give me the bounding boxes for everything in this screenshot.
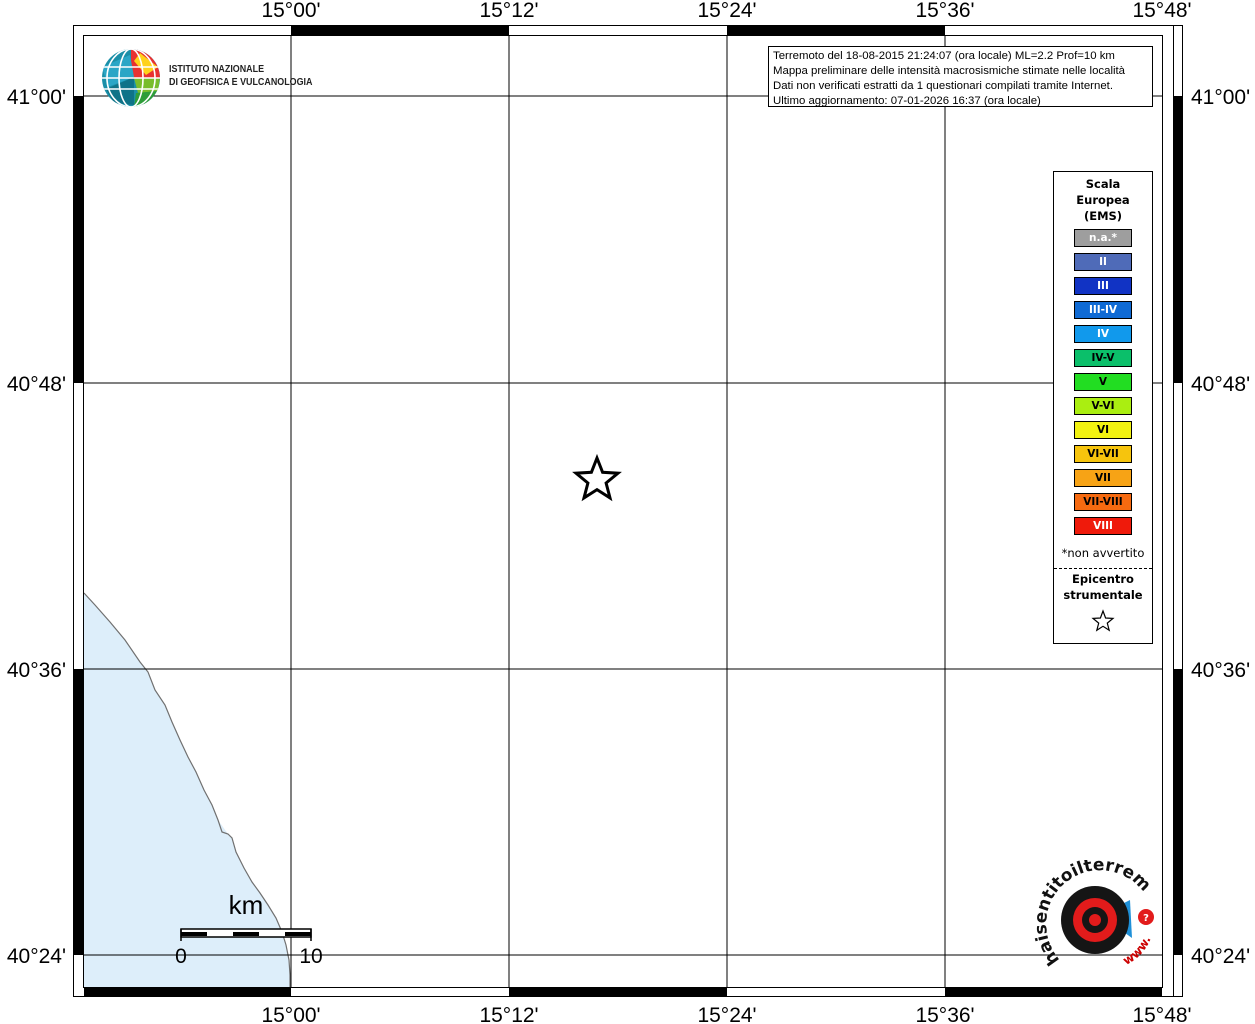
legend-title: Scala Europea (EMS) [1054, 176, 1152, 224]
svg-text:?: ? [1143, 913, 1149, 924]
lon-label: 15°36' [915, 1004, 974, 1024]
legend-epicenter-title: Epicentro strumentale [1054, 571, 1152, 603]
lat-label: 40°24' [7, 945, 66, 968]
legend-swatch: VII-VIII [1074, 493, 1132, 511]
lon-label: 15°24' [697, 1004, 756, 1024]
lat-label: 40°36' [7, 659, 66, 682]
ingv-logo: ISTITUTO NAZIONALE DI GEOFISICA E VULCAN… [100, 47, 320, 109]
logo-line-1: ISTITUTO NAZIONALE [169, 63, 265, 75]
lon-label: 15°48' [1132, 0, 1191, 22]
lat-labels-left: 41°00' 40°48' 40°36' 40°24' [7, 86, 66, 968]
legend-title-line: Scala [1085, 177, 1121, 191]
legend-epicenter-line: Epicentro [1072, 572, 1134, 586]
ems-legend: Scala Europea (EMS) n.a.* II III III-IV IV IV… [1053, 171, 1153, 644]
legend-title-line: Europea [1076, 193, 1130, 207]
lon-label: 15°12' [479, 1004, 538, 1024]
legend-swatch: n.a.* [1074, 229, 1132, 247]
lat-label: 40°36' [1191, 659, 1250, 682]
svg-text:www.: www. [1120, 934, 1153, 968]
lon-label: 15°00' [261, 1004, 320, 1024]
legend-swatch: V-VI [1074, 397, 1132, 415]
lon-label: 15°48' [1132, 1004, 1191, 1024]
legend-swatch: III [1074, 277, 1132, 295]
epicenter-star-icon [572, 453, 622, 502]
haisentito-logo-icon: ? haisentitoilterremoto.it www. [1024, 845, 1154, 969]
lat-label: 41°00' [7, 86, 66, 109]
logo-text: ISTITUTO NAZIONALE DI GEOFISICA E VULCAN… [169, 63, 312, 89]
legend-swatch: VI-VII [1074, 445, 1132, 463]
badge-www: www. [1120, 934, 1153, 968]
lon-label: 15°36' [915, 0, 974, 22]
legend-swatch: IV-V [1074, 349, 1132, 367]
lat-label: 40°48' [7, 373, 66, 396]
map-frame [73, 25, 1183, 997]
star-outline-icon [1091, 609, 1115, 632]
haisentito-badge: ? haisentitoilterremoto.it www. [1024, 845, 1160, 975]
logo-line-2: DI GEOFISICA E VULCANOLOGIA [169, 76, 313, 88]
sea-area [84, 593, 290, 987]
lat-label: 41°00' [1191, 86, 1250, 109]
legend-swatch: II [1074, 253, 1132, 271]
event-title-line: Terremoto del 18-08-2015 21:24:07 (ora l… [773, 50, 1115, 62]
legend-note: *non avvertito [1061, 546, 1145, 560]
lon-label: 15°12' [479, 0, 538, 22]
lat-labels-right: 41°00' 40°48' 40°36' 40°24' [1191, 86, 1250, 968]
lon-labels-top: 15°00' 15°12' 15°24' 15°36' 15°48' [261, 0, 1191, 22]
event-info-box: Terremoto del 18-08-2015 21:24:07 (ora l… [768, 46, 1153, 107]
legend-separator [1054, 568, 1152, 569]
lat-label: 40°24' [1191, 945, 1250, 968]
scale-min-label: 0 [175, 945, 187, 968]
legend-swatch: IV [1074, 325, 1132, 343]
frame-ticks [74, 26, 1183, 997]
lat-label: 40°48' [1191, 373, 1250, 396]
legend-swatch: III-IV [1074, 301, 1132, 319]
legend-epicenter-line: strumentale [1063, 588, 1143, 602]
map-description-line: Mappa preliminare delle intensità macros… [773, 65, 1126, 77]
globe-logo-icon [102, 49, 160, 107]
lon-label: 15°00' [261, 0, 320, 22]
lon-labels-bottom: 15°00' 15°12' 15°24' 15°36' 15°48' [261, 1004, 1191, 1024]
legend-swatch: VIII [1074, 517, 1132, 535]
graticule [83, 35, 1162, 988]
legend-swatch: VII [1074, 469, 1132, 487]
update-line: Ultimo aggiornamento: 07-01-2026 16:37 (… [773, 95, 1041, 107]
legend-swatch: V [1074, 373, 1132, 391]
lon-label: 15°24' [697, 0, 756, 22]
scale-max-label: 10 [299, 945, 322, 968]
legend-title-line: (EMS) [1083, 209, 1123, 223]
data-source-line: Dati non verificati estratti da 1 questi… [773, 80, 1113, 92]
scale-unit: km [229, 890, 264, 920]
legend-swatch: VI [1074, 421, 1132, 439]
